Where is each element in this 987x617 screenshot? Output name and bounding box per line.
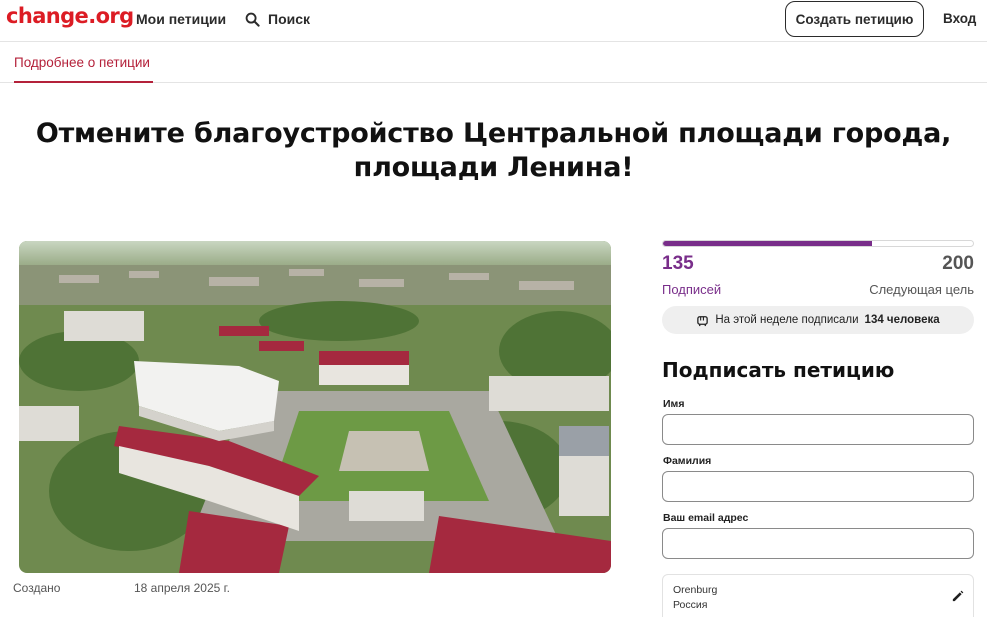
- first-name-label: Имя: [663, 398, 685, 410]
- search-link[interactable]: Поиск: [245, 11, 310, 27]
- weekly-signers-badge: На этой неделе подписали 134 человека: [662, 306, 974, 334]
- goal-count: 200: [942, 253, 974, 274]
- petition-tabs: Подробнее о петиции: [0, 42, 987, 83]
- search-icon: [245, 12, 260, 27]
- last-name-field[interactable]: [662, 471, 974, 502]
- location-city: Orenburg: [673, 584, 718, 596]
- location-selector[interactable]: Orenburg Россия: [662, 574, 974, 617]
- created-label: Создано: [13, 581, 61, 595]
- email-field[interactable]: [662, 528, 974, 559]
- signature-count: 135: [662, 253, 694, 274]
- raised-fist-icon: [697, 315, 709, 326]
- login-link[interactable]: Вход: [943, 11, 976, 26]
- petition-title: Отмените благоустройство Центральной пло…: [35, 118, 952, 183]
- change-org-logo[interactable]: change.org: [6, 4, 134, 28]
- last-name-label: Фамилия: [663, 455, 712, 467]
- pencil-icon[interactable]: [951, 590, 964, 603]
- first-name-field[interactable]: [662, 414, 974, 445]
- search-label: Поиск: [268, 11, 311, 27]
- weekly-signers-text: На этой неделе подписали: [715, 314, 859, 326]
- sign-petition-heading: Подписать петицию: [662, 358, 895, 382]
- signature-count-label: Подписей: [662, 282, 722, 297]
- petition-hero-image: [19, 241, 611, 573]
- my-petitions-link[interactable]: Мои петиции: [136, 11, 226, 27]
- goal-label: Следующая цель: [869, 282, 974, 297]
- tab-petition-details[interactable]: Подробнее о петиции: [14, 55, 150, 70]
- weekly-signers-count: 134 человека: [864, 314, 940, 326]
- email-label: Ваш email адрес: [663, 512, 749, 524]
- signature-progress-bar: [662, 240, 974, 247]
- location-country: Россия: [673, 599, 708, 611]
- top-navigation: change.org Мои петиции Поиск Создать пет…: [0, 0, 987, 42]
- active-tab-indicator: [14, 81, 153, 83]
- create-petition-button[interactable]: Создать петицию: [785, 1, 924, 37]
- created-date: 18 апреля 2025 г.: [134, 581, 230, 595]
- signature-progress-fill: [663, 241, 873, 246]
